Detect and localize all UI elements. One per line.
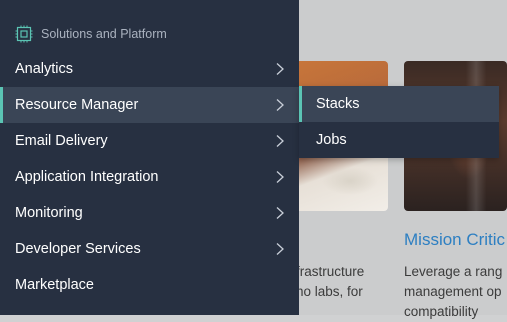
side-navigation-menu: Solutions and Platform Analytics Resourc… xyxy=(0,0,299,315)
nav-item-label: Monitoring xyxy=(15,205,83,221)
card-description-infrastructure: frastructure no labs, for xyxy=(296,262,364,302)
submenu-item-stacks[interactable]: Stacks xyxy=(299,86,499,122)
nav-item-label: Resource Manager xyxy=(15,97,139,113)
chevron-right-icon xyxy=(273,242,287,256)
chevron-right-icon xyxy=(273,98,287,112)
nav-item-marketplace[interactable]: Marketplace xyxy=(0,267,299,303)
nav-item-label: Marketplace xyxy=(15,277,94,293)
nav-item-label: Application Integration xyxy=(15,169,159,185)
card-text-line: compatibility xyxy=(404,304,479,319)
resource-manager-submenu: Stacks Jobs xyxy=(299,86,499,158)
nav-category-header: Solutions and Platform xyxy=(15,24,167,44)
chevron-right-icon xyxy=(273,206,287,220)
nav-item-developer-services[interactable]: Developer Services xyxy=(0,231,299,267)
nav-item-label: Email Delivery xyxy=(15,133,108,149)
nav-item-analytics[interactable]: Analytics xyxy=(0,51,299,87)
card-text-line: no labs, for xyxy=(296,284,363,299)
chevron-right-icon xyxy=(273,62,287,76)
nav-item-monitoring[interactable]: Monitoring xyxy=(0,195,299,231)
nav-item-label: Analytics xyxy=(15,61,74,77)
nav-item-email-delivery[interactable]: Email Delivery xyxy=(0,123,299,159)
submenu-item-label: Jobs xyxy=(316,132,347,148)
chip-icon xyxy=(15,25,33,43)
nav-category-label: Solutions and Platform xyxy=(41,27,167,41)
chevron-right-icon xyxy=(273,134,287,148)
chevron-right-icon xyxy=(273,170,287,184)
card-description-mission-critical: Leverage a rang management op compatibil… xyxy=(404,262,502,322)
nav-item-application-integration[interactable]: Application Integration xyxy=(0,159,299,195)
card-text-line: Leverage a rang xyxy=(404,264,503,279)
card-text-line: management op xyxy=(404,284,502,299)
submenu-item-jobs[interactable]: Jobs xyxy=(299,122,499,158)
submenu-item-label: Stacks xyxy=(316,96,360,112)
nav-item-label: Developer Services xyxy=(15,241,141,257)
card-text-line: frastructure xyxy=(296,264,365,279)
card-title-mission-critical[interactable]: Mission Critic xyxy=(404,230,505,250)
nav-item-resource-manager[interactable]: Resource Manager xyxy=(0,87,299,123)
